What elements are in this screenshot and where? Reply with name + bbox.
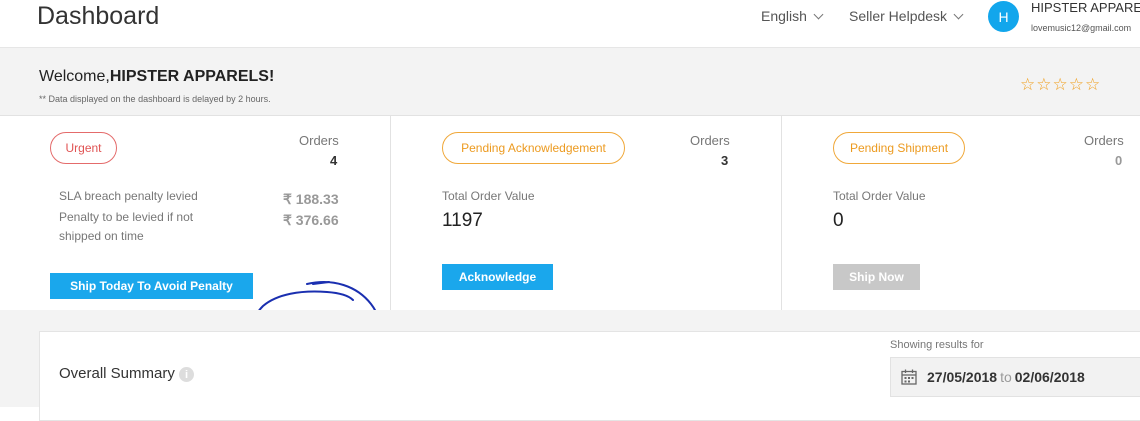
pending-shipment-badge[interactable]: Pending Shipment — [833, 132, 965, 164]
orders-label: Orders — [299, 133, 339, 148]
sla-penalty-label: SLA breach penalty levied — [59, 189, 198, 203]
calendar-icon — [901, 369, 917, 385]
user-name[interactable]: HIPSTER APPARELS — [1031, 0, 1140, 15]
avatar[interactable]: H — [988, 1, 1019, 32]
welcome-message: Welcome,HIPSTER APPARELS! — [39, 68, 274, 86]
showing-results-label: Showing results for — [890, 339, 984, 351]
ship-today-button[interactable]: Ship Today To Avoid Penalty — [50, 273, 253, 299]
chevron-down-icon — [813, 9, 824, 20]
date-to: 02/06/2018 — [1014, 369, 1085, 385]
pending-acknowledgement-card: Pending Acknowledgement Orders 3 Total O… — [391, 116, 781, 310]
order-status-cards: Urgent Orders 4 SLA breach penalty levie… — [0, 116, 1140, 363]
overall-summary-title: Overall Summary — [59, 365, 175, 382]
orders-label: Orders — [1084, 133, 1124, 148]
total-order-value: 1197 — [442, 210, 483, 231]
pending-shipment-orders-count[interactable]: 0 — [1115, 153, 1122, 168]
total-order-value-label: Total Order Value — [833, 189, 926, 203]
info-icon[interactable]: i — [179, 367, 194, 382]
orders-label: Orders — [690, 133, 730, 148]
total-order-value-label: Total Order Value — [442, 189, 535, 203]
welcome-prefix: Welcome, — [39, 68, 110, 85]
date-range-picker[interactable]: 27/05/2018 to 02/06/2018 — [890, 357, 1140, 397]
ship-now-button[interactable]: Ship Now — [833, 264, 920, 290]
page-title: Dashboard — [37, 2, 160, 30]
acknowledge-button[interactable]: Acknowledge — [442, 264, 553, 290]
seller-name: HIPSTER APPARELS! — [109, 68, 275, 85]
welcome-banner: Welcome,HIPSTER APPARELS! ** Data displa… — [0, 48, 1140, 116]
summary-section: Overall Summary i Showing results for 27… — [0, 310, 1140, 421]
urgent-orders-count[interactable]: 4 — [330, 153, 337, 168]
user-email: lovemusic12@gmail.com — [1031, 23, 1132, 33]
total-order-value: 0 — [833, 210, 844, 231]
pending-ack-orders-count[interactable]: 3 — [721, 153, 728, 168]
urgent-badge[interactable]: Urgent — [50, 132, 117, 164]
pending-shipment-card: Pending Shipment Orders 0 Total Order Va… — [782, 116, 1140, 310]
pending-penalty-value: ₹ 376.66 — [283, 212, 339, 228]
language-label: English — [761, 8, 807, 24]
seller-helpdesk-dropdown[interactable]: Seller Helpdesk — [849, 8, 964, 24]
language-dropdown[interactable]: English — [761, 8, 824, 24]
helpdesk-label: Seller Helpdesk — [849, 8, 948, 24]
date-from: 27/05/2018 — [927, 369, 998, 385]
chevron-down-icon — [953, 9, 964, 20]
pending-acknowledgement-badge[interactable]: Pending Acknowledgement — [442, 132, 625, 164]
top-header: Dashboard English Seller Helpdesk H HIPS… — [0, 0, 1140, 48]
date-to-word: to — [1000, 369, 1012, 385]
star-rating: ☆☆☆☆☆ — [1020, 75, 1102, 94]
sla-penalty-value: ₹ 188.33 — [283, 191, 339, 207]
overall-summary-card: Overall Summary i Showing results for 27… — [39, 331, 1140, 421]
pending-penalty-label: Penalty to be levied if not shipped on t… — [59, 210, 194, 243]
data-delay-note: ** Data displayed on the dashboard is de… — [39, 94, 271, 104]
